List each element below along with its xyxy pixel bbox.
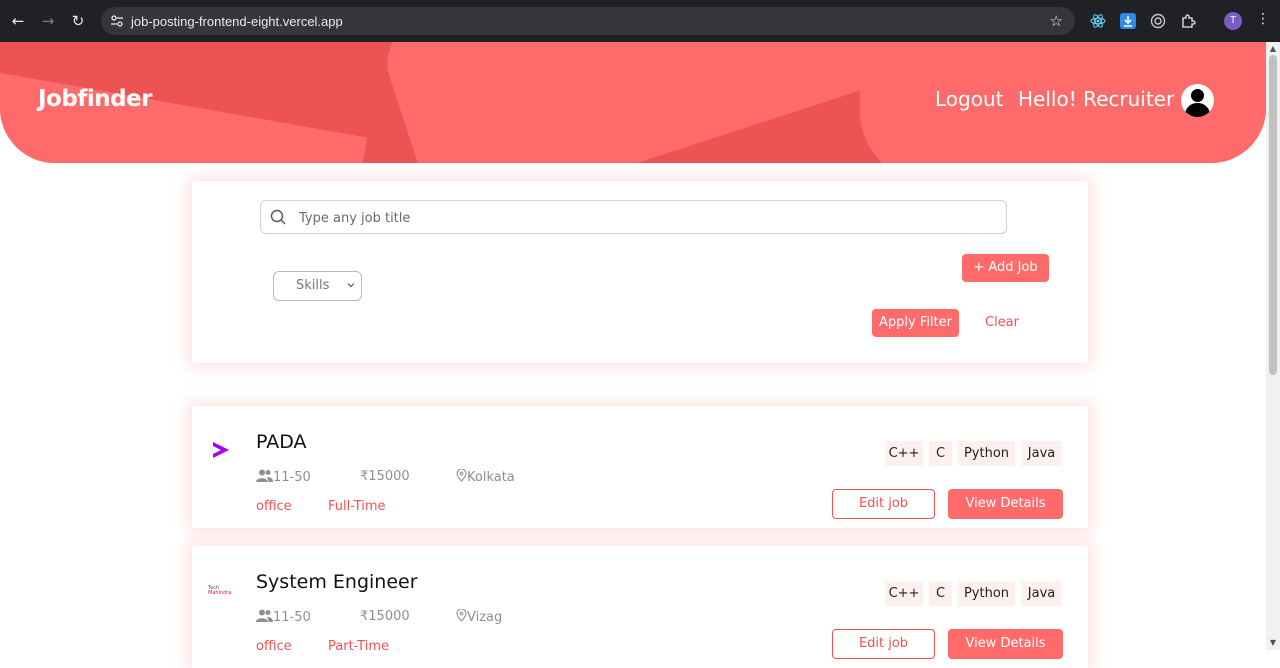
work-mode-tag: office	[256, 639, 292, 654]
company-size: 11-50	[256, 469, 311, 485]
skill-chip: Java	[1021, 441, 1062, 466]
company-size-value: 11-50	[273, 470, 311, 485]
browser-menu-icon[interactable]: ⋮	[1256, 11, 1270, 27]
work-mode-tag: office	[256, 499, 292, 514]
tech-mahindra-logo-icon: Tech Mahindra	[207, 585, 231, 596]
skill-chip: C	[929, 441, 952, 466]
filter-panel: Skills + Add Job Apply Filter Clear	[192, 181, 1088, 363]
job-type-tag: Full-Time	[328, 499, 386, 514]
reload-icon[interactable]: ↻	[68, 11, 88, 31]
job-title[interactable]: PADA	[256, 431, 307, 453]
record-extension-icon[interactable]	[1150, 13, 1166, 29]
skill-chip: C++	[885, 441, 923, 466]
company-size-value: 11-50	[273, 610, 311, 625]
skill-chip: Java	[1021, 581, 1062, 606]
back-icon[interactable]: ←	[8, 11, 28, 31]
people-icon	[256, 609, 273, 622]
header-decoration	[0, 68, 368, 163]
profile-avatar[interactable]: T	[1224, 12, 1242, 30]
location-pin-icon	[456, 468, 467, 482]
site-header: Jobfinder Logout Hello! Recruiter	[0, 42, 1266, 163]
company-size: 11-50	[256, 609, 311, 625]
logo-text: Mahindra	[208, 590, 231, 596]
logout-link[interactable]: Logout	[935, 87, 1003, 111]
search-icon	[270, 209, 286, 225]
extensions-puzzle-icon[interactable]	[1180, 13, 1196, 29]
react-devtools-icon[interactable]	[1090, 13, 1106, 29]
job-location-value: Vizag	[467, 610, 503, 625]
skill-chip: Python	[958, 581, 1015, 606]
search-input[interactable]	[299, 207, 989, 229]
forward-icon[interactable]: →	[38, 11, 58, 31]
salary: ₹15000	[360, 469, 410, 484]
scroll-up-arrow-icon[interactable]: ▲	[1268, 44, 1278, 53]
skills-dropdown[interactable]: Skills	[273, 271, 362, 301]
brand-logo[interactable]: Jobfinder	[38, 86, 153, 112]
site-info-icon[interactable]	[110, 14, 124, 28]
edit-job-button[interactable]: Edit job	[832, 629, 935, 659]
add-job-button[interactable]: + Add Job	[962, 254, 1049, 282]
scroll-down-arrow-icon[interactable]: ▼	[1268, 638, 1278, 647]
job-location: Kolkata	[456, 468, 515, 485]
user-avatar-icon[interactable]	[1181, 84, 1214, 117]
chevron-logo-icon	[213, 442, 229, 458]
skill-chip: C++	[885, 581, 923, 606]
skill-chip: C	[929, 581, 952, 606]
job-card: PADA 11-50 ₹15000 Kolkata office Full-Ti…	[192, 406, 1088, 528]
browser-toolbar: ← → ↻ job-posting-frontend-eight.vercel.…	[0, 0, 1280, 42]
job-type-tag: Part-Time	[328, 639, 389, 654]
job-location-value: Kolkata	[467, 470, 515, 485]
job-title[interactable]: System Engineer	[256, 571, 418, 593]
location-pin-icon	[456, 608, 467, 622]
edit-job-button[interactable]: Edit job	[832, 489, 935, 519]
view-details-button[interactable]: View Details	[948, 629, 1063, 659]
view-details-button[interactable]: View Details	[948, 489, 1063, 519]
url-text[interactable]: job-posting-frontend-eight.vercel.app	[131, 14, 343, 29]
apply-filter-button[interactable]: Apply Filter	[872, 309, 959, 337]
skill-chip: Python	[958, 441, 1015, 466]
download-extension-icon[interactable]	[1120, 13, 1136, 29]
salary: ₹15000	[360, 609, 410, 624]
skills-dropdown-label: Skills	[296, 278, 330, 293]
address-bar[interactable]: job-posting-frontend-eight.vercel.app ☆	[101, 7, 1075, 35]
scrollbar-thumb[interactable]	[1269, 55, 1277, 375]
header-decoration	[376, 42, 934, 163]
job-location: Vizag	[456, 608, 503, 625]
user-greeting: Hello! Recruiter	[1018, 87, 1175, 111]
search-bar[interactable]	[260, 200, 1007, 234]
people-icon	[256, 469, 273, 482]
chevron-down-icon	[347, 283, 355, 288]
clear-filter-button[interactable]: Clear	[985, 315, 1019, 330]
bookmark-star-icon[interactable]: ☆	[1050, 12, 1063, 30]
